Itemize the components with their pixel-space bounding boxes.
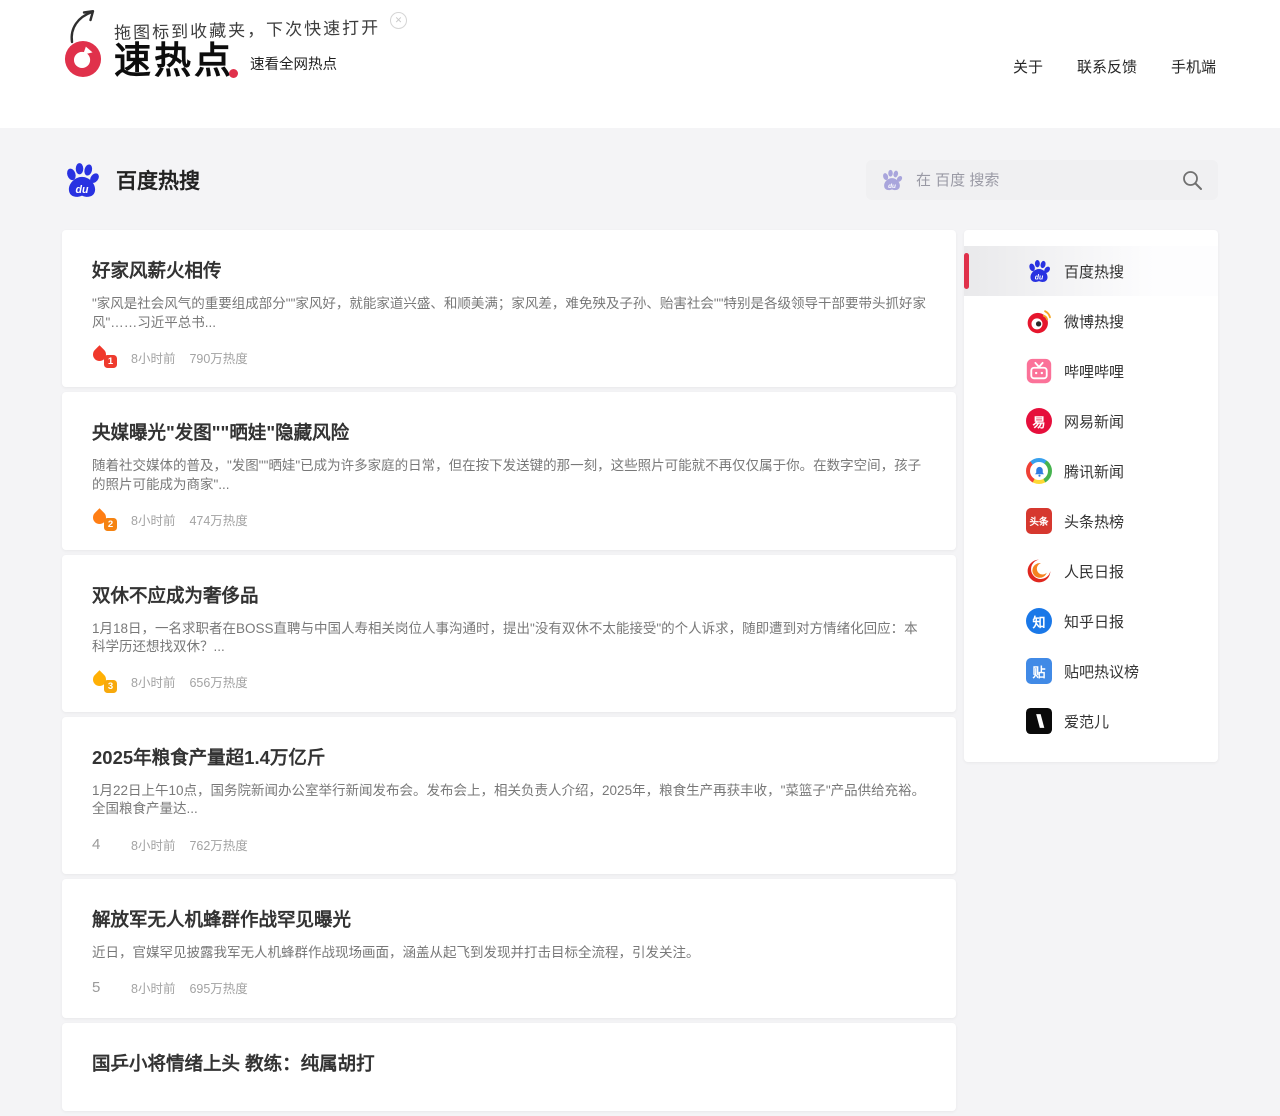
sidebar-item-label: 人民日报 (1064, 561, 1124, 582)
hot-item[interactable]: 2025年粮食产量超1.4万亿斤 1月22日上午10点，国务院新闻办公室举行新闻… (62, 717, 956, 874)
bilibili-icon (1026, 358, 1052, 384)
handdrawn-arrow-icon (66, 8, 104, 44)
hot-item-time: 8小时前 (131, 835, 175, 854)
ifanr-icon (1026, 708, 1052, 734)
sidebar-item-label: 知乎日报 (1064, 611, 1124, 632)
hot-item[interactable]: 央媒曝光"发图""晒娃"隐藏风险 随着社交媒体的普及，"发图""晒娃"已成为许多… (62, 392, 956, 549)
hot-item-title[interactable]: 国乒小将情绪上头 教练：纯属胡打 (92, 1050, 926, 1076)
hot-item-time: 8小时前 (131, 672, 175, 691)
svg-text:du: du (888, 183, 896, 190)
platform-sidebar: du 百度热搜 微博热搜 哔哩哔哩 易 网易新闻 腾讯新闻 头条 头条热榜 (964, 230, 1218, 762)
sidebar-item-label: 腾讯新闻 (1064, 461, 1124, 482)
rank-number: 4 (92, 836, 117, 853)
hot-item-title[interactable]: 好家风薪火相传 (92, 257, 926, 283)
peoples-daily-icon (1026, 558, 1052, 584)
sidebar-item-ifanr[interactable]: 爱范儿 (964, 696, 1218, 746)
sidebar-item-toutiao[interactable]: 头条 头条热榜 (964, 496, 1218, 546)
bookmark-hint-text: 拖图标到收藏夹，下次快速打开 (114, 3, 381, 44)
logo[interactable]: 速热点 速看全网热点 (64, 40, 337, 79)
svg-text:du: du (1035, 275, 1044, 282)
sidebar-item-label: 哔哩哔哩 (1064, 361, 1124, 382)
svg-text:du: du (76, 184, 89, 196)
sidebar-item-tieba[interactable]: 贴 贴吧热议榜 (964, 646, 1218, 696)
hot-item-meta: 3 8小时前 656万热度 (92, 672, 926, 692)
sidebar-item-label: 贴吧热议榜 (1064, 661, 1139, 682)
hot-item-heat: 474万热度 (189, 510, 247, 529)
zhihu-daily-icon: 知 (1026, 608, 1052, 634)
hot-item[interactable]: 双休不应成为奢侈品 1月18日，一名求职者在BOSS直聘与中国人寿相关岗位人事沟… (62, 555, 956, 712)
sidebar-item-netease[interactable]: 易 网易新闻 (964, 396, 1218, 446)
hot-item-desc: "家风是社会风气的重要组成部分""家风好，就能家道兴盛、和顺美满；家风差，难免殃… (92, 295, 926, 332)
logo-text: 速热点 (114, 42, 234, 79)
hot-item-heat: 762万热度 (189, 835, 247, 854)
hot-item[interactable]: 解放军无人机蜂群作战罕见曝光 近日，官媒罕见披露我军无人机蜂群作战现场画面，涵盖… (62, 879, 956, 1018)
sidebar-item-rmrb[interactable]: 人民日报 (964, 546, 1218, 596)
hot-item-heat: 695万热度 (189, 978, 247, 997)
hot-item[interactable]: 好家风薪火相传 "家风是社会风气的重要组成部分""家风好，就能家道兴盛、和顺美满… (62, 230, 956, 387)
sidebar-item-label: 爱范儿 (1064, 711, 1109, 732)
logo-icon (64, 40, 102, 78)
hot-item-title[interactable]: 双休不应成为奢侈品 (92, 582, 926, 608)
hot-item-meta: 2 8小时前 474万热度 (92, 510, 926, 530)
hot-item-meta: 1 8小时前 790万热度 (92, 347, 926, 367)
hot-item-meta: 4 8小时前 762万热度 (92, 834, 926, 854)
nav-contact[interactable]: 联系反馈 (1077, 56, 1137, 77)
netease-news-icon: 易 (1026, 408, 1052, 434)
hot-item-title[interactable]: 央媒曝光"发图""晒娃"隐藏风险 (92, 419, 926, 445)
baidu-icon: du (880, 168, 904, 192)
hot-item-desc: 1月22日上午10点，国务院新闻办公室举行新闻发布会。发布会上，相关负责人介绍，… (92, 782, 926, 819)
search-input[interactable] (914, 171, 1180, 190)
tieba-icon: 贴 (1026, 658, 1052, 684)
hot-item-time: 8小时前 (131, 510, 175, 529)
hot-item[interactable]: 国乒小将情绪上头 教练：纯属胡打 (62, 1023, 956, 1111)
sidebar-item-zhihu[interactable]: 知 知乎日报 (964, 596, 1218, 646)
rank-flame-badge: 1 (92, 347, 117, 367)
close-icon[interactable]: ✕ (390, 12, 407, 29)
hot-item-title[interactable]: 解放军无人机蜂群作战罕见曝光 (92, 906, 926, 932)
sidebar-item-qq[interactable]: 腾讯新闻 (964, 446, 1218, 496)
section-header: du 百度热搜 du (62, 158, 1218, 202)
tencent-news-icon (1026, 458, 1052, 484)
toutiao-icon: 头条 (1026, 508, 1052, 534)
sidebar-item-label: 网易新闻 (1064, 411, 1124, 432)
sidebar-item-weibo[interactable]: 微博热搜 (964, 296, 1218, 346)
baidu-icon: du (1026, 258, 1052, 284)
hot-item-time: 8小时前 (131, 348, 175, 367)
main-area: du 百度热搜 du 好家风薪火相传 "家风是社会风气的重要组成部分""家风好，… (0, 158, 1280, 1116)
hot-item-meta: 5 8小时前 695万热度 (92, 978, 926, 998)
hot-item-time: 8小时前 (131, 978, 175, 997)
sidebar-item-bili[interactable]: 哔哩哔哩 (964, 346, 1218, 396)
hot-item-desc: 1月18日，一名求职者在BOSS直聘与中国人寿相关岗位人事沟通时，提出"没有双休… (92, 620, 926, 657)
hot-item-desc: 随着社交媒体的普及，"发图""晒娃"已成为许多家庭的日常，但在按下发送键的那一刻… (92, 457, 926, 494)
hot-item-heat: 790万热度 (189, 348, 247, 367)
logo-dot (229, 69, 238, 78)
page-title: 百度热搜 (116, 165, 200, 195)
top-nav: 关于 联系反馈 手机端 (1013, 56, 1216, 77)
baidu-icon: du (62, 160, 102, 200)
hot-item-title[interactable]: 2025年粮食产量超1.4万亿斤 (92, 744, 926, 770)
bookmark-hint: 拖图标到收藏夹，下次快速打开 ✕ (66, 6, 407, 44)
search-bar[interactable]: du (866, 160, 1218, 200)
site-header: 拖图标到收藏夹，下次快速打开 ✕ 速热点 速看全网热点 关于 联系反馈 手机端 (0, 0, 1280, 128)
rank-flame-badge: 3 (92, 672, 117, 692)
search-icon[interactable] (1180, 168, 1204, 192)
nav-mobile[interactable]: 手机端 (1171, 56, 1216, 77)
hot-item-heat: 656万热度 (189, 672, 247, 691)
rank-number: 5 (92, 979, 117, 996)
hot-list: 好家风薪火相传 "家风是社会风气的重要组成部分""家风好，就能家道兴盛、和顺美满… (62, 230, 956, 1116)
sidebar-item-label: 头条热榜 (1064, 511, 1124, 532)
sidebar-item-label: 百度热搜 (1064, 261, 1124, 282)
nav-about[interactable]: 关于 (1013, 56, 1043, 77)
site-tagline: 速看全网热点 (250, 53, 337, 79)
sidebar-item-baidu[interactable]: du 百度热搜 (964, 246, 1218, 296)
rank-flame-badge: 2 (92, 510, 117, 530)
sidebar-item-label: 微博热搜 (1064, 311, 1124, 332)
weibo-icon (1026, 308, 1052, 334)
